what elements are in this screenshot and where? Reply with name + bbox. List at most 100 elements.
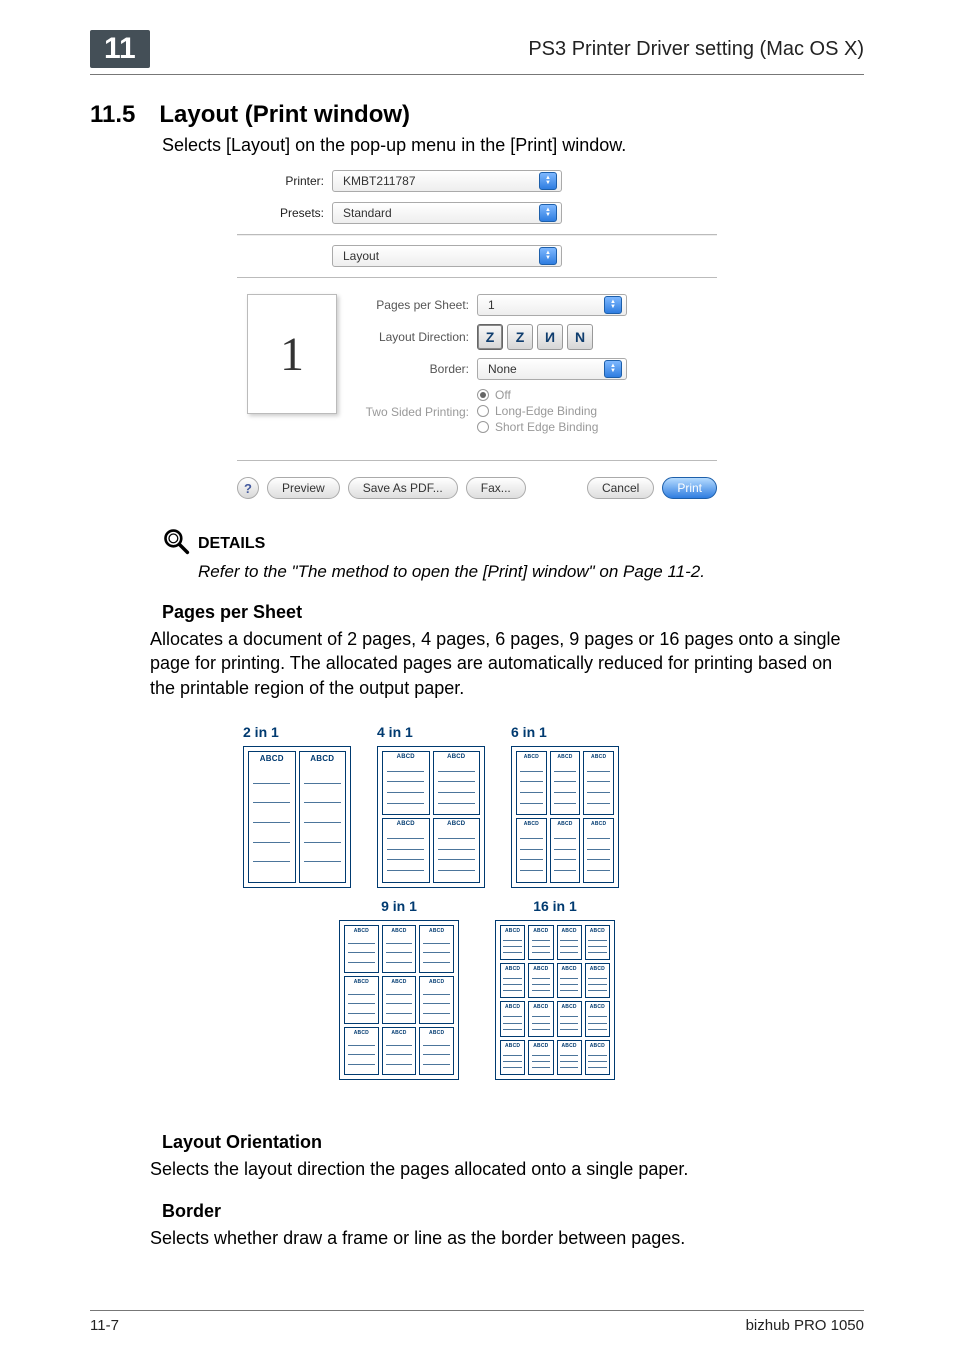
layout-direction-z-vertical-mirror-icon[interactable]: N — [567, 324, 593, 350]
two-sided-long-label: Long-Edge Binding — [495, 404, 597, 418]
pps-mini-page: ABCD — [500, 1040, 525, 1075]
border-select[interactable]: None — [477, 358, 627, 380]
layout-orientation-body: Selects the layout direction the pages a… — [150, 1157, 854, 1181]
details-callout: DETAILS Refer to the "The method to open… — [162, 527, 864, 582]
two-sided-label: Two Sided Printing: — [357, 405, 477, 419]
pps-item-title: 9 in 1 — [381, 898, 417, 914]
pps-item: 2 in 1 ABCD ABCD — [243, 724, 351, 888]
pps-mini-page: ABCD — [550, 751, 581, 816]
pps-mini-label: ABCD — [397, 821, 415, 827]
pps-mini-page: ABCD — [344, 925, 379, 973]
pps-mini-page: ABCD — [516, 751, 547, 816]
print-dialog: Printer: KMBT211787 Presets: Standard La… — [237, 170, 717, 499]
pps-mini-label: ABCD — [354, 979, 369, 985]
pps-mini-label: ABCD — [354, 1030, 369, 1036]
pps-mini-page: ABCD — [585, 963, 610, 998]
printer-select-value: KMBT211787 — [343, 174, 416, 188]
pps-mini-label: ABCD — [505, 966, 520, 972]
printer-select[interactable]: KMBT211787 — [332, 170, 562, 192]
page-footer: 11-7 bizhub PRO 1050 — [90, 1310, 864, 1334]
fax-button[interactable]: Fax... — [466, 477, 526, 499]
pps-item-layout: ABCD ABCD — [243, 746, 351, 888]
pps-mini-label: ABCD — [524, 754, 539, 760]
pps-item: 4 in 1ABCDABCDABCDABCD — [377, 724, 485, 888]
two-sided-off-label: Off — [495, 388, 511, 402]
page-title: PS3 Printer Driver setting (Mac OS X) — [528, 38, 864, 61]
pps-mini-page: ABCD — [344, 1027, 379, 1075]
pps-mini-page: ABCD — [585, 1040, 610, 1075]
pps-mini-page: ABCD — [557, 1001, 582, 1036]
pps-mini-label: ABCD — [562, 1043, 577, 1049]
pps-mini-label: ABCD — [354, 928, 369, 934]
radio-icon — [477, 389, 489, 401]
border-body: Selects whether draw a frame or line as … — [150, 1226, 854, 1250]
pps-mini-label: ABCD — [505, 1043, 520, 1049]
help-icon: ? — [244, 481, 252, 496]
radio-icon — [477, 421, 489, 433]
pps-mini-page: ABCD — [528, 925, 553, 960]
pps-mini-page: ABCD — [528, 1001, 553, 1036]
pps-mini-label: ABCD — [562, 966, 577, 972]
pps-mini-label: ABCD — [557, 821, 572, 827]
pps-mini-page: ABCD — [500, 925, 525, 960]
border-select-value: None — [488, 362, 517, 376]
section-intro: Selects [Layout] on the pop-up menu in t… — [162, 135, 864, 156]
pps-item-title: 2 in 1 — [243, 724, 279, 740]
section-number: 11.5 — [90, 101, 135, 129]
border-label: Border: — [357, 362, 477, 376]
pps-mini-page: ABCD — [583, 751, 614, 816]
pps-figure: 2 in 1ABCDABCD4 in 1ABCDABCDABCDABCD6 in… — [227, 716, 727, 1112]
pps-mini-label: ABCD — [391, 979, 406, 985]
layout-direction-z-horizontal-icon[interactable]: Z — [477, 324, 503, 350]
presets-select[interactable]: Standard — [332, 202, 562, 224]
pps-mini-label: ABCD — [310, 754, 334, 763]
layout-preview: 1 — [247, 294, 337, 414]
pps-mini-page: ABCD — [550, 818, 581, 883]
pps-mini-label: ABCD — [562, 928, 577, 934]
pps-mini-page: ABCD — [419, 925, 454, 973]
pps-mini-label: ABCD — [533, 1004, 548, 1010]
pps-mini-page: ABCD — [500, 1001, 525, 1036]
pages-per-sheet-value: 1 — [488, 298, 495, 312]
pps-item-layout: ABCDABCDABCDABCDABCDABCDABCDABCDABCDABCD… — [495, 920, 615, 1080]
pps-mini-label: ABCD — [391, 1030, 406, 1036]
save-as-pdf-button[interactable]: Save As PDF... — [348, 477, 458, 499]
pps-mini-label: ABCD — [591, 754, 606, 760]
layout-direction-z-horizontal-mirror-icon[interactable]: И — [537, 324, 563, 350]
pps-item-title: 6 in 1 — [511, 724, 547, 740]
pps-mini-page: ABCD — [382, 925, 417, 973]
panel-select[interactable]: Layout — [332, 245, 562, 267]
cancel-button[interactable]: Cancel — [587, 477, 654, 499]
pps-mini-page: ABCD — [344, 976, 379, 1024]
layout-direction-buttons: Z Z И N — [477, 324, 593, 350]
pps-mini-label: ABCD — [429, 979, 444, 985]
help-button[interactable]: ? — [237, 477, 259, 499]
pages-per-sheet-select[interactable]: 1 — [477, 294, 627, 316]
layout-direction-z-vertical-icon[interactable]: Z — [507, 324, 533, 350]
dropdown-arrow-icon — [539, 204, 557, 222]
pps-mini-label: ABCD — [447, 821, 465, 827]
footer-product: bizhub PRO 1050 — [746, 1317, 864, 1334]
pps-mini-page: ABCD — [433, 818, 481, 883]
pps-mini-page: ABCD — [248, 751, 296, 883]
preview-button[interactable]: Preview — [267, 477, 340, 499]
section-title: Layout (Print window) — [159, 101, 410, 129]
radio-icon — [477, 405, 489, 417]
pps-mini-page: ABCD — [557, 963, 582, 998]
pps-mini-label: ABCD — [429, 1030, 444, 1036]
panel-select-value: Layout — [343, 249, 379, 263]
presets-select-value: Standard — [343, 206, 392, 220]
dropdown-arrow-icon — [539, 172, 557, 190]
pps-item-layout: ABCDABCDABCDABCDABCDABCD — [511, 746, 619, 888]
pps-item: 16 in 1ABCDABCDABCDABCDABCDABCDABCDABCDA… — [495, 898, 615, 1080]
pps-mini-page: ABCD — [299, 751, 347, 883]
pps-mini-label: ABCD — [505, 1004, 520, 1010]
pps-mini-label: ABCD — [391, 928, 406, 934]
border-heading: Border — [162, 1201, 864, 1222]
pps-mini-page: ABCD — [500, 963, 525, 998]
print-button[interactable]: Print — [662, 477, 717, 499]
pps-mini-page: ABCD — [557, 1040, 582, 1075]
pps-mini-label: ABCD — [260, 754, 284, 763]
magnifier-icon — [162, 527, 190, 560]
two-sided-long-radio: Long-Edge Binding — [477, 404, 598, 418]
